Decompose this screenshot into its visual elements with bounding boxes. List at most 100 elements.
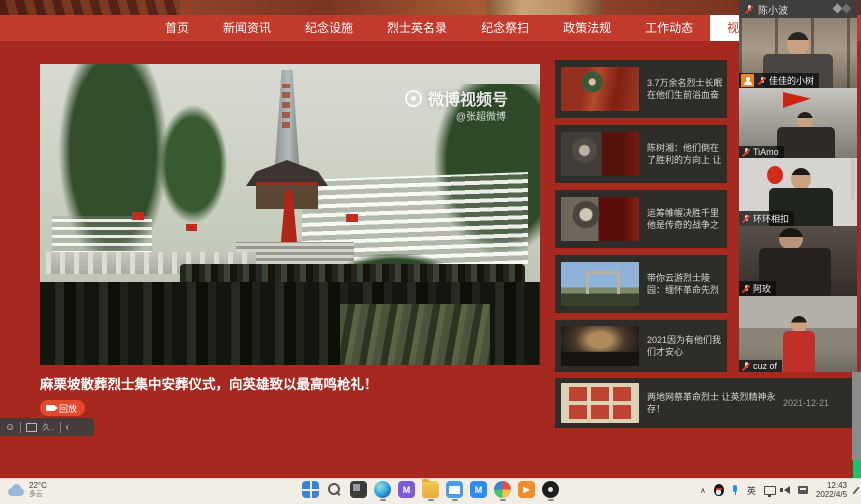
video-scene-tree bbox=[158, 104, 228, 224]
voice-input-icon[interactable] bbox=[732, 485, 739, 495]
participant-name: cuz of bbox=[753, 361, 777, 371]
edge-browser-icon[interactable] bbox=[374, 481, 391, 498]
system-tray: ∧ 英 12:43 2022/4/5 bbox=[700, 481, 857, 499]
tray-chevron-icon[interactable]: ∧ bbox=[700, 486, 706, 495]
toolbar-more-label[interactable]: 久.. bbox=[42, 422, 54, 433]
mic-muted-icon bbox=[744, 4, 754, 14]
smiley-icon[interactable]: ☺ bbox=[5, 422, 15, 433]
volume-icon[interactable] bbox=[784, 486, 790, 494]
site-banner bbox=[0, 0, 861, 15]
playlist-item[interactable]: 陈树湘：他们倒在了胜利的方向上 让人泪目… bbox=[555, 125, 727, 183]
red-flag-icon bbox=[132, 212, 144, 220]
tray-date: 2022/4/5 bbox=[816, 490, 847, 499]
mic-muted-icon bbox=[741, 361, 751, 371]
tray-time: 12:43 bbox=[827, 481, 847, 490]
nav-news[interactable]: 新闻资讯 bbox=[206, 15, 288, 41]
playlist-thumbnail bbox=[561, 132, 639, 176]
participant-tile[interactable]: 阿玫 bbox=[739, 226, 857, 296]
watermark-account: @张超微博 bbox=[456, 108, 506, 123]
divider bbox=[20, 422, 21, 433]
playlist-thumbnail bbox=[561, 197, 639, 241]
playlist-item[interactable]: 2021因为有他们我们才安心 bbox=[555, 320, 727, 372]
taskbar-clock[interactable]: 12:43 2022/4/5 bbox=[816, 481, 847, 499]
recorder-app-icon[interactable] bbox=[542, 481, 559, 498]
network-icon[interactable] bbox=[764, 486, 776, 495]
playlist-thumbnail bbox=[561, 262, 639, 306]
search-icon[interactable] bbox=[326, 481, 343, 498]
layout-toggle-icon[interactable] bbox=[842, 4, 852, 14]
conference-header[interactable]: 陈小波 bbox=[739, 0, 857, 18]
banner-monument-image bbox=[487, 0, 603, 15]
mail-app-icon[interactable] bbox=[446, 481, 463, 498]
photos-app-icon[interactable] bbox=[494, 481, 511, 498]
conference-scrollbar[interactable] bbox=[851, 158, 855, 200]
playlist-thumbnail bbox=[561, 67, 639, 111]
participant-tile[interactable]: TiAmo bbox=[739, 88, 857, 158]
playlist-title: 两地网祭革命烈士 让英烈精神永存！ bbox=[647, 391, 779, 415]
browser-scrollbar[interactable] bbox=[852, 372, 861, 460]
video-player-app-icon[interactable]: ▶ bbox=[518, 481, 535, 498]
collapse-icon[interactable]: ‹ bbox=[66, 422, 69, 433]
running-indicator bbox=[452, 499, 458, 501]
video-scene-soldiers bbox=[340, 304, 490, 365]
participant-label: cuz of bbox=[739, 360, 782, 372]
playlist-thumbnail bbox=[561, 383, 639, 423]
video-scene-monument-inscription bbox=[282, 84, 290, 128]
participant-tile[interactable]: 佳佳的小树 bbox=[739, 18, 857, 88]
participant-body bbox=[777, 127, 835, 158]
playlist-item[interactable]: 两地网祭革命烈士 让英烈精神永存！ 2021-12-21 bbox=[555, 378, 855, 428]
meeting-app-purple-icon[interactable]: M bbox=[398, 481, 415, 498]
printer-icon[interactable] bbox=[798, 486, 808, 494]
watermark-brand: 微博视频号 bbox=[428, 86, 508, 110]
participant-label: TiAmo bbox=[739, 146, 784, 158]
replay-label: 回放 bbox=[59, 402, 77, 415]
playlist-date: 2021-12-21 bbox=[783, 398, 829, 408]
meeting-app-blue-icon[interactable]: M bbox=[470, 481, 487, 498]
nav-policies[interactable]: 政策法规 bbox=[546, 15, 628, 41]
nav-memorial-sweeping[interactable]: 纪念祭扫 bbox=[464, 15, 546, 41]
running-indicator bbox=[380, 499, 386, 501]
participant-name: TiAmo bbox=[753, 147, 779, 157]
playlist-item[interactable]: 运筹帷幄决胜千里 他是传奇的战争之神… bbox=[555, 190, 727, 248]
weather-temp: 22°C bbox=[29, 481, 47, 490]
red-balloon bbox=[767, 166, 783, 184]
participant-name: 环环相扣 bbox=[753, 212, 789, 225]
red-flag-icon bbox=[186, 224, 197, 231]
conference-panel: 陈小波 佳佳的小树 TiAmo 环环相扣 bbox=[739, 0, 857, 372]
participant-label: 佳佳的小树 bbox=[739, 73, 819, 88]
input-method-indicator[interactable]: 英 bbox=[747, 484, 756, 497]
replay-button[interactable]: 回放 bbox=[40, 400, 85, 416]
certificates-graphic bbox=[569, 387, 587, 401]
participant-tile[interactable]: cuz of bbox=[739, 296, 857, 372]
divider bbox=[60, 422, 61, 433]
mic-muted-icon bbox=[741, 214, 751, 224]
participant-label: 阿玫 bbox=[739, 281, 776, 296]
participant-face bbox=[791, 168, 811, 190]
playlist-item[interactable]: 带你云游烈士陵园：缅怀革命先烈 致敬英雄… bbox=[555, 255, 727, 313]
screen-share-icon[interactable] bbox=[26, 423, 37, 432]
video-scene-gravestones bbox=[52, 216, 152, 254]
running-indicator bbox=[548, 499, 554, 501]
weather-condition: 多云 bbox=[29, 490, 47, 499]
playlist-title: 运筹帷幄决胜千里 他是传奇的战争之神… bbox=[647, 207, 723, 232]
main-video-player[interactable]: 微博视频号 @张超微博 bbox=[40, 64, 540, 365]
nav-memorial-facilities[interactable]: 纪念设施 bbox=[288, 15, 370, 41]
running-indicator bbox=[428, 499, 434, 501]
annotation-toolbar: ☺ 久.. ‹ bbox=[0, 418, 94, 436]
nav-home[interactable]: 首页 bbox=[148, 15, 206, 41]
task-view-icon[interactable] bbox=[350, 481, 367, 498]
nav-martyr-roll[interactable]: 烈士英名录 bbox=[370, 15, 464, 41]
playlist-title: 2021因为有他们我们才安心 bbox=[647, 334, 723, 358]
start-button[interactable] bbox=[302, 481, 319, 498]
participant-tile[interactable]: 环环相扣 bbox=[739, 158, 857, 226]
mic-muted-icon bbox=[757, 76, 767, 86]
weibo-eye-icon bbox=[405, 90, 422, 107]
qq-tray-icon[interactable] bbox=[714, 484, 724, 496]
nav-work-updates[interactable]: 工作动态 bbox=[628, 15, 710, 41]
playlist-item[interactable]: 3.7万余名烈士长眠在他们生前浴血奋战的热土… bbox=[555, 60, 727, 118]
file-explorer-icon[interactable] bbox=[422, 481, 439, 498]
taskbar-weather-widget[interactable]: 22°C 多云 bbox=[8, 481, 47, 499]
playlist-title: 带你云游烈士陵园：缅怀革命先烈 致敬英雄… bbox=[647, 272, 723, 297]
red-flag-icon bbox=[346, 214, 358, 222]
camera-icon bbox=[46, 405, 55, 411]
